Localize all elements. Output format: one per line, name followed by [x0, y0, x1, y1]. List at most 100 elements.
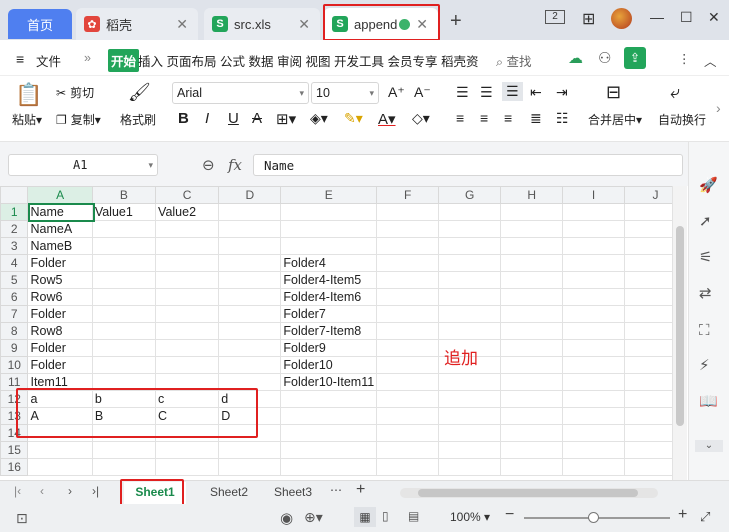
menu-review[interactable]: 审阅 — [277, 55, 302, 69]
increase-font-icon[interactable]: A⁺ — [388, 84, 405, 101]
panel-collapse-icon[interactable]: ⌄ — [695, 440, 723, 452]
sheet-tab-sheet2[interactable]: Sheet2 — [210, 485, 248, 499]
cell-f15[interactable] — [376, 441, 440, 459]
cell-i13[interactable] — [562, 407, 626, 425]
scroll-thumb[interactable] — [676, 226, 684, 426]
cell-i15[interactable] — [562, 441, 626, 459]
zoom-slider[interactable] — [524, 512, 670, 523]
zoom-slider-knob[interactable] — [588, 512, 599, 523]
align-left-icon[interactable]: ≡ — [456, 110, 464, 126]
font-color-icon[interactable]: A▾ — [378, 110, 396, 128]
cell-b7[interactable] — [91, 305, 157, 323]
cell-e12[interactable] — [280, 390, 378, 408]
cell-c15[interactable] — [155, 441, 220, 459]
cell-e16[interactable] — [280, 458, 378, 476]
merge-center-button[interactable]: 合并居中 ▾ — [588, 111, 642, 128]
row-header[interactable]: 15 — [0, 441, 29, 459]
row-header[interactable]: 10 — [0, 356, 29, 374]
cell-b3[interactable] — [91, 237, 157, 255]
font-select[interactable]: Arial ▾ — [172, 82, 309, 104]
cell-i4[interactable] — [562, 254, 626, 272]
row-header[interactable]: 3 — [0, 237, 29, 255]
cell-f9[interactable] — [376, 339, 440, 357]
zoom-out-icon[interactable]: − — [505, 506, 514, 524]
cell-g4[interactable] — [438, 254, 502, 272]
cell-f12[interactable] — [376, 390, 440, 408]
cell-i7[interactable] — [562, 305, 626, 323]
menu-daoke[interactable]: 稻壳资 — [441, 55, 479, 69]
row-header[interactable]: 7 — [0, 305, 29, 323]
window-count-badge[interactable]: 2 — [545, 10, 565, 24]
cell-h9[interactable] — [500, 339, 564, 357]
column-header-f[interactable]: F — [376, 186, 440, 204]
menu-page-layout[interactable]: 页面布局 — [167, 55, 217, 69]
cell-b2[interactable] — [91, 220, 157, 238]
cut-button[interactable]: ✂ 剪切 — [56, 84, 94, 101]
h-scroll-thumb[interactable] — [418, 489, 638, 497]
align-right-icon[interactable]: ≡ — [504, 110, 512, 126]
cell-f10[interactable] — [376, 356, 440, 374]
cell-i10[interactable] — [562, 356, 626, 374]
cell-f2[interactable] — [376, 220, 440, 238]
cell-f1[interactable] — [376, 203, 440, 221]
cell-i1[interactable] — [562, 203, 626, 221]
cell-g5[interactable] — [438, 271, 502, 289]
cell-i14[interactable] — [562, 424, 626, 442]
zoom-formula-icon[interactable]: ⊖ — [202, 156, 215, 174]
cell-e8[interactable]: Folder7-Item8 — [280, 322, 378, 340]
cell-g7[interactable] — [438, 305, 502, 323]
cell-e10[interactable]: Folder10 — [280, 356, 378, 374]
strikethrough-icon[interactable]: A — [252, 110, 262, 127]
cell-e3[interactable] — [280, 237, 378, 255]
last-sheet-icon[interactable]: ›| — [92, 484, 99, 498]
tab-src-xls[interactable]: S src.xls ✕ — [204, 8, 320, 40]
cell-h14[interactable] — [500, 424, 564, 442]
more-chevron-icon[interactable]: » — [84, 51, 91, 65]
highlight-color-icon[interactable]: ✎▾ — [344, 110, 363, 127]
next-sheet-icon[interactable]: › — [68, 484, 72, 498]
cell-h1[interactable] — [500, 203, 564, 221]
cell-e13[interactable] — [280, 407, 378, 425]
more-options-icon[interactable]: ⋮ — [678, 51, 691, 66]
column-header-h[interactable]: H — [500, 186, 564, 204]
cell-f11[interactable] — [376, 373, 440, 391]
tab-home[interactable]: 首页 — [8, 9, 72, 39]
cell-d4[interactable] — [218, 254, 282, 272]
justify-icon[interactable]: ≣ — [530, 110, 542, 127]
cell-g12[interactable] — [438, 390, 502, 408]
cell-h3[interactable] — [500, 237, 564, 255]
cell-b10[interactable] — [91, 356, 157, 374]
close-icon[interactable]: ✕ — [298, 16, 310, 33]
page-break-view-icon[interactable]: ▤ — [408, 509, 419, 523]
eye-protect-icon[interactable]: ◉ — [280, 509, 293, 527]
cell-h12[interactable] — [500, 390, 564, 408]
align-center-icon[interactable]: ≡ — [480, 110, 488, 126]
cell-c7[interactable] — [155, 305, 220, 323]
cell-f4[interactable] — [376, 254, 440, 272]
hamburger-icon[interactable]: ≡ — [16, 51, 24, 67]
close-icon[interactable]: ✕ — [176, 16, 188, 33]
cell-d9[interactable] — [218, 339, 282, 357]
cell-e11[interactable]: Folder10-Item11 — [280, 373, 378, 391]
cell-g6[interactable] — [438, 288, 502, 306]
cell-i2[interactable] — [562, 220, 626, 238]
fullscreen-icon[interactable]: ⤢ — [700, 509, 710, 525]
cell-h11[interactable] — [500, 373, 564, 391]
cell-d1[interactable] — [218, 203, 282, 221]
select-all-corner[interactable] — [0, 186, 29, 204]
column-header-e[interactable]: E — [280, 186, 378, 204]
cell-i6[interactable] — [562, 288, 626, 306]
cell-h7[interactable] — [500, 305, 564, 323]
cell-f3[interactable] — [376, 237, 440, 255]
column-header-d[interactable]: D — [218, 186, 282, 204]
cell-f8[interactable] — [376, 322, 440, 340]
cell-c10[interactable] — [155, 356, 220, 374]
cell-c1[interactable]: Value2 — [155, 203, 220, 221]
cell-g2[interactable] — [438, 220, 502, 238]
cell-d7[interactable] — [218, 305, 282, 323]
cell-h10[interactable] — [500, 356, 564, 374]
align-bottom-icon[interactable]: ☰ — [502, 82, 523, 101]
cell-d15[interactable] — [218, 441, 282, 459]
cell-b9[interactable] — [91, 339, 157, 357]
column-header-i[interactable]: I — [562, 186, 626, 204]
